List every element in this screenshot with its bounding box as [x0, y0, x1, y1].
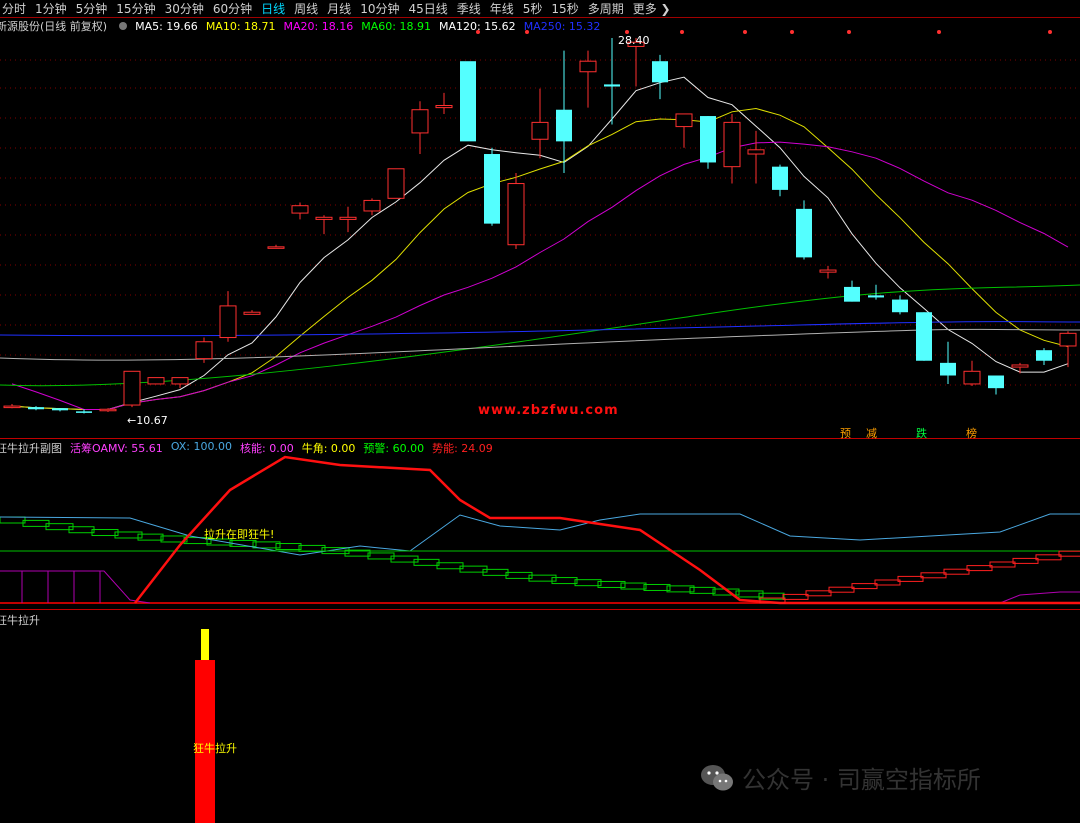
candle-body: [291, 205, 309, 214]
marker-dot: [525, 30, 529, 34]
candle-body: [267, 246, 285, 249]
candle-body: [868, 295, 884, 298]
candle-body: [387, 168, 405, 199]
candle-body: [315, 216, 333, 220]
candle-body: [556, 109, 572, 142]
marker-dot: [790, 30, 794, 34]
wechat-icon: [701, 764, 733, 790]
signal-die: 跌: [916, 427, 927, 440]
marker-dot: [847, 30, 851, 34]
bottom-panel-infoline: 狂牛拉升: [0, 612, 48, 628]
candle-body: [3, 405, 21, 409]
sub-panel-infoline: 狂牛拉升副图 活筹OAMV: 55.61 OX: 100.00 核能: 0.00…: [0, 440, 501, 456]
candle-body: [171, 377, 189, 385]
candle-body: [123, 370, 141, 406]
rise-step: [943, 568, 970, 575]
chip-step: [22, 519, 50, 527]
signal-bang: 榜: [966, 427, 977, 440]
chip-step: [367, 552, 395, 560]
sub-annotation: 拉升在即狂牛!: [204, 528, 275, 541]
rise-step: [874, 579, 901, 586]
bottom-panel-title: 狂牛拉升: [0, 614, 40, 627]
marker-dot: [680, 30, 684, 34]
sub-panel-title: 狂牛拉升副图: [0, 442, 62, 455]
watermark-url: www.zbzfwu.com: [478, 403, 619, 418]
candle-body: [219, 305, 237, 339]
low-price-label: ←10.67: [127, 414, 168, 427]
candle-body: [700, 116, 716, 163]
sub-value-hn: 核能: 0.00: [240, 442, 294, 455]
candle-body: [604, 84, 620, 87]
candle-body: [1036, 350, 1052, 361]
oamv-line: [999, 591, 1080, 604]
wechat-watermark: 公众号 · 司赢空指标所: [700, 760, 981, 795]
marker-dot: [476, 30, 480, 34]
chip-step: [436, 562, 464, 570]
rise-step: [1035, 554, 1062, 561]
candle-body: [460, 61, 476, 142]
candle-body: [99, 408, 117, 412]
bottom-bar-label: 狂牛拉升: [193, 742, 237, 755]
marker-dot: [937, 30, 941, 34]
chip-step: [643, 583, 671, 591]
candle-body: [892, 299, 908, 313]
kuangniu-tip: [201, 629, 209, 660]
sub-value-ox: OX: 100.00: [170, 440, 232, 453]
candle-body: [844, 286, 860, 302]
signal-yu: 预: [840, 427, 851, 440]
ma20-line: [11, 141, 1069, 410]
candle-body: [796, 208, 812, 258]
chip-step: [0, 516, 26, 524]
candle-body: [435, 105, 453, 109]
candle-body: [675, 113, 693, 128]
chip-step: [91, 529, 119, 537]
candle-body: [195, 341, 213, 360]
rise-step: [897, 575, 924, 582]
candle-body: [147, 377, 165, 385]
rise-step: [828, 586, 855, 593]
candle-body: [916, 312, 932, 361]
candle-body: [1059, 332, 1077, 347]
candle-body: [772, 166, 788, 190]
rise-step: [966, 565, 993, 572]
candle-body: [531, 121, 549, 140]
candle-body: [52, 408, 68, 411]
candle-body: [363, 199, 381, 212]
candle-body: [963, 370, 981, 385]
sub-value-oamv: 活筹OAMV: 55.61: [70, 442, 163, 455]
rise-step: [805, 590, 832, 597]
signal-jian: 减: [866, 427, 877, 440]
candle-body: [1011, 364, 1029, 368]
marker-dot: [743, 30, 747, 34]
candle-body: [579, 60, 597, 73]
rise-step: [851, 583, 878, 590]
candle-body: [940, 362, 956, 376]
candle-body: [339, 216, 357, 220]
rise-step: [989, 561, 1016, 568]
wechat-label: 公众号 · 司赢空指标所: [742, 766, 981, 794]
sub-value-nj: 牛角: 0.00: [301, 442, 356, 455]
high-price-label: 28.40: [618, 34, 650, 47]
rise-step: [1058, 550, 1080, 557]
candle-body: [507, 183, 525, 246]
candle-body: [819, 269, 837, 273]
candle-body: [243, 311, 261, 315]
candle-body: [652, 61, 668, 83]
marker-dot: [1048, 30, 1052, 34]
chip-step: [574, 579, 602, 587]
rise-step: [920, 572, 947, 579]
rise-step: [1012, 557, 1039, 564]
rise-step: [782, 593, 809, 600]
candle-body: [411, 109, 429, 134]
candle-body: [988, 375, 1004, 389]
chip-step: [505, 571, 533, 579]
candle-body: [723, 121, 741, 168]
sub-value-sn: 势能: 24.09: [432, 442, 493, 455]
candle-body: [747, 149, 765, 155]
sub-value-yj: 预警: 60.00: [363, 442, 425, 455]
candle-body: [484, 154, 500, 224]
candle-body: [76, 411, 92, 413]
candle-body: [28, 407, 44, 410]
